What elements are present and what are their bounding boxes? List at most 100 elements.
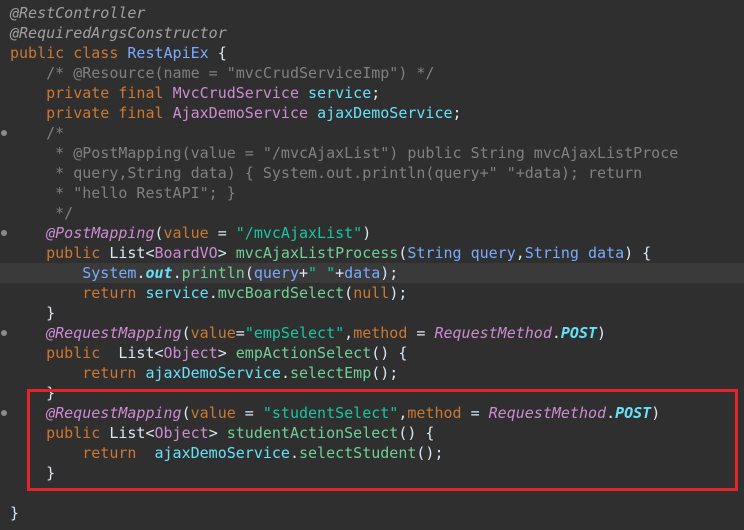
code-line[interactable]: System.out.println(query+" "+data); [10, 263, 398, 283]
code-token: ( [344, 284, 354, 302]
code-token: public [10, 44, 74, 62]
code-token: @PostMapping [10, 224, 155, 242]
code-token: POST [560, 324, 598, 342]
code-token: ( [154, 224, 164, 242]
code-token: private [10, 84, 119, 102]
code-token: > [217, 344, 236, 362]
code-token: selectEmp [289, 364, 372, 382]
code-line[interactable]: * query,String data) { System.out.printl… [10, 163, 642, 183]
code-token: ajaxDemoService [317, 104, 453, 122]
code-token: println [181, 264, 245, 282]
code-token: service [308, 84, 372, 102]
code-token: return [10, 284, 146, 302]
code-token: * @PostMapping(value = "/mvcAjaxList") p… [10, 144, 679, 162]
code-token: BoardVO [154, 244, 218, 262]
code-token: public [10, 244, 110, 262]
code-token: RestApiEx [127, 44, 209, 62]
code-line[interactable]: public List<Object> empActionSelect() { [10, 343, 407, 363]
code-token: class [73, 44, 128, 62]
code-token: @RestController [10, 4, 146, 22]
code-line[interactable]: private final MvcCrudService service; [10, 83, 380, 103]
code-line[interactable]: @RestController [10, 3, 145, 23]
code-token: data [588, 244, 625, 262]
code-token: ; [452, 104, 462, 122]
code-token: AjaxDemoService [172, 104, 318, 122]
code-line[interactable]: @RequiredArgsConstructor [10, 23, 227, 43]
code-line[interactable]: private final AjaxDemoService ajaxDemoSe… [10, 103, 462, 123]
code-token: + [299, 264, 309, 282]
fold-marker-icon[interactable] [1, 330, 7, 336]
code-token: * "hello RestAPI"; } [10, 184, 236, 202]
code-token: mvcAjaxListProcess [235, 244, 399, 262]
fold-marker-icon[interactable] [1, 130, 7, 136]
code-token: final [118, 84, 173, 102]
fold-marker-icon[interactable] [1, 230, 7, 236]
code-token: value [163, 224, 209, 242]
code-token: List [118, 344, 155, 362]
code-token: ) [362, 224, 372, 242]
code-token: < [145, 244, 155, 262]
code-token: > [217, 244, 236, 262]
code-line[interactable]: /* @Resource(name = "mvcCrudServiceImp")… [10, 63, 434, 83]
code-token: List [109, 244, 146, 262]
code-token: String [407, 244, 471, 262]
code-token: * query,String data) { System.out.printl… [10, 164, 643, 182]
code-token: @RequiredArgsConstructor [10, 24, 227, 42]
code-token: ); [389, 284, 408, 302]
code-token: { [208, 44, 227, 62]
code-token: value [190, 324, 236, 342]
code-token: , [344, 324, 354, 342]
code-line[interactable]: return ajaxDemoService.selectEmp(); [10, 363, 398, 383]
code-token: ( [181, 324, 191, 342]
code-line[interactable]: public class RestApiEx { [10, 43, 227, 63]
code-token: mvcBoardSelect [217, 284, 345, 302]
code-token: " " [308, 264, 336, 282]
code-token: (); [371, 364, 399, 382]
code-token: () { [371, 344, 408, 362]
code-token: ) [597, 324, 607, 342]
code-token: /* @Resource(name = "mvcCrudServiceImp")… [10, 64, 435, 82]
code-token: "empSelect" [244, 324, 345, 342]
code-line[interactable]: */ [10, 203, 73, 223]
code-token: query [253, 264, 299, 282]
code-token: } [10, 304, 56, 322]
code-line[interactable]: * "hello RestAPI"; } [10, 183, 236, 203]
code-token: ); [380, 264, 399, 282]
code-token: ajaxDemoService [145, 364, 281, 382]
code-line[interactable]: } [10, 503, 19, 523]
code-token: ( [244, 264, 254, 282]
code-token: ; [371, 84, 381, 102]
code-token: String [524, 244, 588, 262]
code-token: , [515, 244, 525, 262]
code-editor[interactable]: @RestController @RequiredArgsConstructor p… [0, 0, 744, 530]
code-token: empActionSelect [235, 344, 372, 362]
code-token: Object [163, 344, 218, 362]
code-token: < [154, 344, 164, 362]
code-line[interactable]: return service.mvcBoardSelect(null); [10, 283, 407, 303]
code-token: . [172, 264, 182, 282]
code-line[interactable]: @PostMapping(value = "/mvcAjaxList") [10, 223, 371, 243]
code-line[interactable]: } [10, 303, 55, 323]
code-token: = [208, 224, 236, 242]
code-token: "/mvcAjaxList" [235, 224, 363, 242]
code-token: final [118, 104, 173, 122]
code-token: method [353, 324, 408, 342]
code-token: } [10, 504, 20, 522]
code-token: out [145, 264, 173, 282]
code-token: = [235, 324, 245, 342]
code-token: public [10, 344, 119, 362]
code-line[interactable]: /* [10, 123, 64, 143]
code-token: null [353, 284, 390, 302]
code-token: ) { [624, 244, 652, 262]
code-token: private [10, 104, 119, 122]
code-token: service [145, 284, 209, 302]
code-token: System [10, 264, 137, 282]
code-token: . [208, 284, 218, 302]
fold-marker-icon[interactable] [1, 410, 7, 416]
code-token: . [280, 364, 290, 382]
code-line[interactable]: @RequestMapping(value="empSelect",method… [10, 323, 606, 343]
code-line[interactable]: * @PostMapping(value = "/mvcAjaxList") p… [10, 143, 678, 163]
code-line[interactable]: public List<BoardVO> mvcAjaxListProcess(… [10, 243, 651, 263]
code-token: /* [10, 124, 65, 142]
code-token: data [344, 264, 381, 282]
